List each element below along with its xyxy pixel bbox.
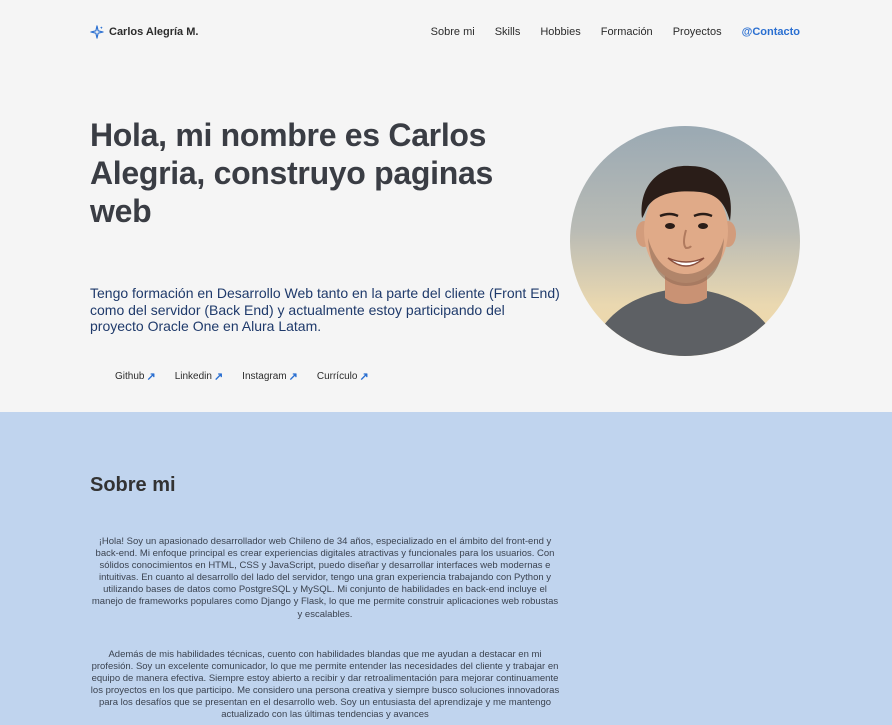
link-label: Currículo: [316, 371, 358, 382]
social-links: Github ↗ Linkedin ↗ Instagram ↗ Currículo ↗: [115, 370, 369, 383]
nav-item-contacto[interactable]: @Contacto: [742, 26, 800, 38]
link-label: Linkedin: [174, 371, 212, 382]
hero-description: Tengo formación en Desarrollo Web tanto …: [90, 285, 560, 334]
main-menu: Sobre mi Skills Hobbies Formación Proyec…: [431, 26, 800, 38]
arrow-up-right-icon: ↗: [359, 371, 369, 383]
arrow-up-right-icon: ↗: [146, 371, 156, 383]
about-paragraph-2: Además de mis habilidades técnicas, cuen…: [90, 649, 560, 721]
link-curriculo[interactable]: Currículo ↗: [317, 370, 369, 383]
about-title: Sobre mi: [90, 474, 176, 496]
link-label: Github: [115, 371, 145, 382]
nav-item-skills[interactable]: Skills: [495, 26, 521, 38]
brand-name: Carlos Alegría M.: [109, 26, 199, 38]
link-label: Instagram: [242, 371, 287, 382]
nav-item-proyectos[interactable]: Proyectos: [673, 26, 722, 38]
about-section: Sobre mi ¡Hola! Soy un apasionado desarr…: [0, 412, 892, 725]
nav-item-hobbies[interactable]: Hobbies: [540, 26, 580, 38]
nav-item-sobre-mi[interactable]: Sobre mi: [431, 26, 475, 38]
link-linkedin[interactable]: Linkedin ↗: [175, 370, 223, 383]
profile-photo: [570, 126, 800, 356]
top-nav: Carlos Alegría M. Sobre mi Skills Hobbie…: [0, 0, 892, 66]
about-paragraph-1: ¡Hola! Soy un apasionado desarrollador w…: [91, 536, 559, 620]
link-instagram[interactable]: Instagram ↗: [242, 370, 298, 383]
nav-item-formacion[interactable]: Formación: [601, 26, 653, 38]
hero-title: Hola, mi nombre es Carlos Alegria, const…: [90, 117, 493, 229]
arrow-up-right-icon: ↗: [288, 371, 298, 383]
brand[interactable]: Carlos Alegría M.: [90, 25, 198, 39]
arrow-up-right-icon: ↗: [213, 371, 224, 383]
sparkle-icon: [90, 25, 104, 39]
hero-section: Hola, mi nombre es Carlos Alegria, const…: [0, 66, 892, 412]
link-github[interactable]: Github ↗: [115, 370, 156, 383]
